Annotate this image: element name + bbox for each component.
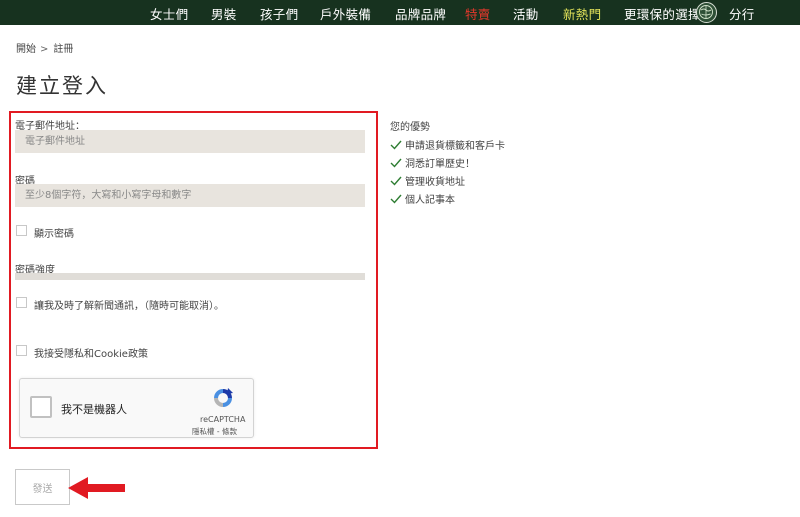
benefit-item: 個人記事本 xyxy=(390,191,455,206)
benefit-label: 洞悉訂單歷史！ xyxy=(405,159,475,170)
nav-item-brands[interactable]: 品牌品牌 xyxy=(395,4,446,23)
top-navigation: 女士們 男裝 孩子們 戶外裝備 品牌品牌 特賣 活動 新熱門 更環保的選擇 分行 xyxy=(0,0,800,25)
benefit-label: 管理收貨地址 xyxy=(405,177,465,188)
benefits-title: 您的優勢 xyxy=(390,122,430,133)
check-icon xyxy=(390,140,402,150)
recaptcha-brand: reCAPTCHA xyxy=(200,415,246,424)
page-title: 建立登入 xyxy=(16,74,108,98)
check-icon xyxy=(390,158,402,168)
check-icon xyxy=(390,194,402,204)
check-icon xyxy=(390,176,402,186)
breadcrumb: 開始 > 註冊 xyxy=(16,40,73,55)
email-field[interactable] xyxy=(15,130,365,153)
recaptcha-widget: 我不是機器人 reCAPTCHA 隱私權 - 條款 xyxy=(19,378,254,438)
nav-item-men[interactable]: 男裝 xyxy=(211,4,237,23)
newsletter-checkbox[interactable] xyxy=(16,297,27,308)
breadcrumb-home[interactable]: 開始 xyxy=(16,44,36,55)
nav-item-kids[interactable]: 孩子們 xyxy=(260,4,298,23)
nav-item-branches[interactable]: 分行 xyxy=(729,4,755,23)
recaptcha-label: 我不是機器人 xyxy=(61,403,127,416)
benefit-item: 洞悉訂單歷史！ xyxy=(390,155,475,170)
red-arrow-icon xyxy=(68,477,128,503)
privacy-checkbox[interactable] xyxy=(16,345,27,356)
password-field[interactable] xyxy=(15,184,365,207)
password-strength-bar xyxy=(15,273,365,280)
show-password-checkbox[interactable] xyxy=(16,225,27,236)
benefit-label: 個人記事本 xyxy=(405,195,455,206)
benefit-label: 申請退貨標籤和客戶卡 xyxy=(405,141,505,152)
eco-globe-icon[interactable] xyxy=(696,2,717,23)
newsletter-label[interactable]: 讓我及時了解新聞通訊，（隨時可能取消）。 xyxy=(34,297,224,312)
nav-item-greener-choice[interactable]: 更環保的選擇 xyxy=(624,4,701,23)
nav-item-outdoor-gear[interactable]: 戶外裝備 xyxy=(320,4,371,23)
nav-item-new-hot[interactable]: 新熱門 xyxy=(563,4,601,23)
nav-item-women[interactable]: 女士們 xyxy=(150,4,188,23)
benefit-item: 管理收貨地址 xyxy=(390,173,465,188)
nav-item-events[interactable]: 活動 xyxy=(513,4,539,23)
show-password-label[interactable]: 顯示密碼 xyxy=(34,225,74,240)
recaptcha-checkbox[interactable] xyxy=(30,396,52,418)
nav-item-sale[interactable]: 特賣 xyxy=(465,4,491,23)
breadcrumb-current: 註冊 xyxy=(53,44,74,55)
submit-button[interactable]: 發送 xyxy=(15,469,70,505)
breadcrumb-separator: > xyxy=(40,44,49,55)
privacy-label[interactable]: 我接受隱私和Cookie政策 xyxy=(34,345,148,360)
recaptcha-links[interactable]: 隱私權 - 條款 xyxy=(192,426,237,437)
recaptcha-logo-icon xyxy=(211,386,235,410)
benefit-item: 申請退貨標籤和客戶卡 xyxy=(390,137,505,152)
